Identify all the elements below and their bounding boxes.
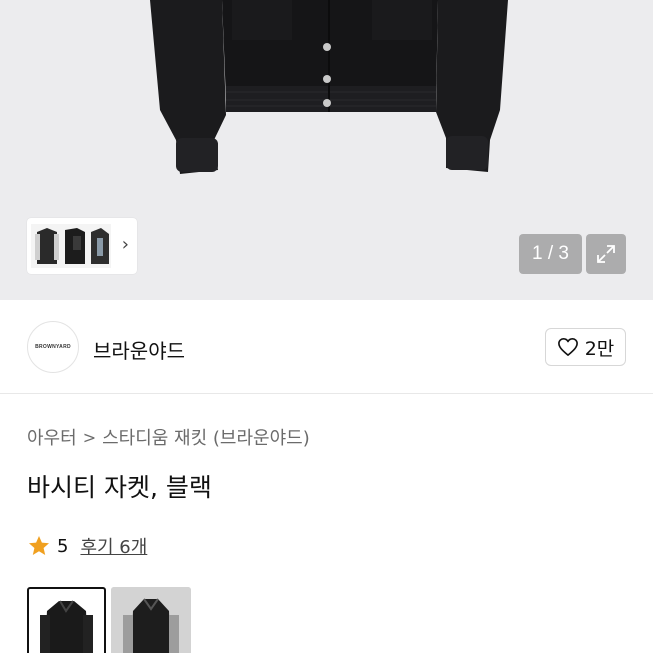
chevron-right-icon[interactable]: › bbox=[122, 234, 129, 255]
breadcrumb: 아우터 > 스타디움 재킷 (브라운야드) bbox=[27, 424, 310, 450]
thumbnail-strip[interactable]: › bbox=[27, 218, 137, 274]
like-count: 2만 bbox=[584, 337, 615, 360]
variant-option-black[interactable] bbox=[27, 587, 106, 653]
variant-option-gray-sleeve[interactable] bbox=[111, 587, 191, 653]
variant-thumbnail bbox=[111, 587, 191, 653]
image-pager: 1 / 3 bbox=[519, 234, 582, 274]
expand-arrows-icon bbox=[597, 245, 615, 263]
breadcrumb-category[interactable]: 아우터 bbox=[27, 424, 77, 450]
color-variants bbox=[27, 587, 191, 653]
like-button[interactable]: 2만 bbox=[545, 328, 626, 366]
star-icon bbox=[29, 536, 49, 555]
rating-summary: 5 후기 6개 bbox=[27, 533, 147, 559]
product-image-gallery[interactable]: › 1 / 3 bbox=[0, 0, 653, 300]
brand-logo-text: BROWNYARD bbox=[35, 344, 71, 350]
reviews-link[interactable]: 후기 6개 bbox=[80, 533, 147, 559]
brand-name[interactable]: 브라운야드 bbox=[93, 335, 185, 364]
thumbnail-images bbox=[31, 224, 111, 268]
rating-score: 5 bbox=[57, 535, 69, 557]
breadcrumb-subcategory[interactable]: 스타디움 재킷 (브라운야드) bbox=[102, 424, 310, 450]
variant-thumbnail bbox=[40, 600, 93, 653]
expand-button[interactable] bbox=[586, 234, 626, 274]
heart-outline-icon bbox=[557, 338, 578, 356]
chevron-right-icon: > bbox=[82, 427, 97, 447]
product-title: 바시티 자켓, 블랙 bbox=[27, 473, 212, 502]
brand-logo[interactable]: BROWNYARD bbox=[27, 321, 79, 373]
